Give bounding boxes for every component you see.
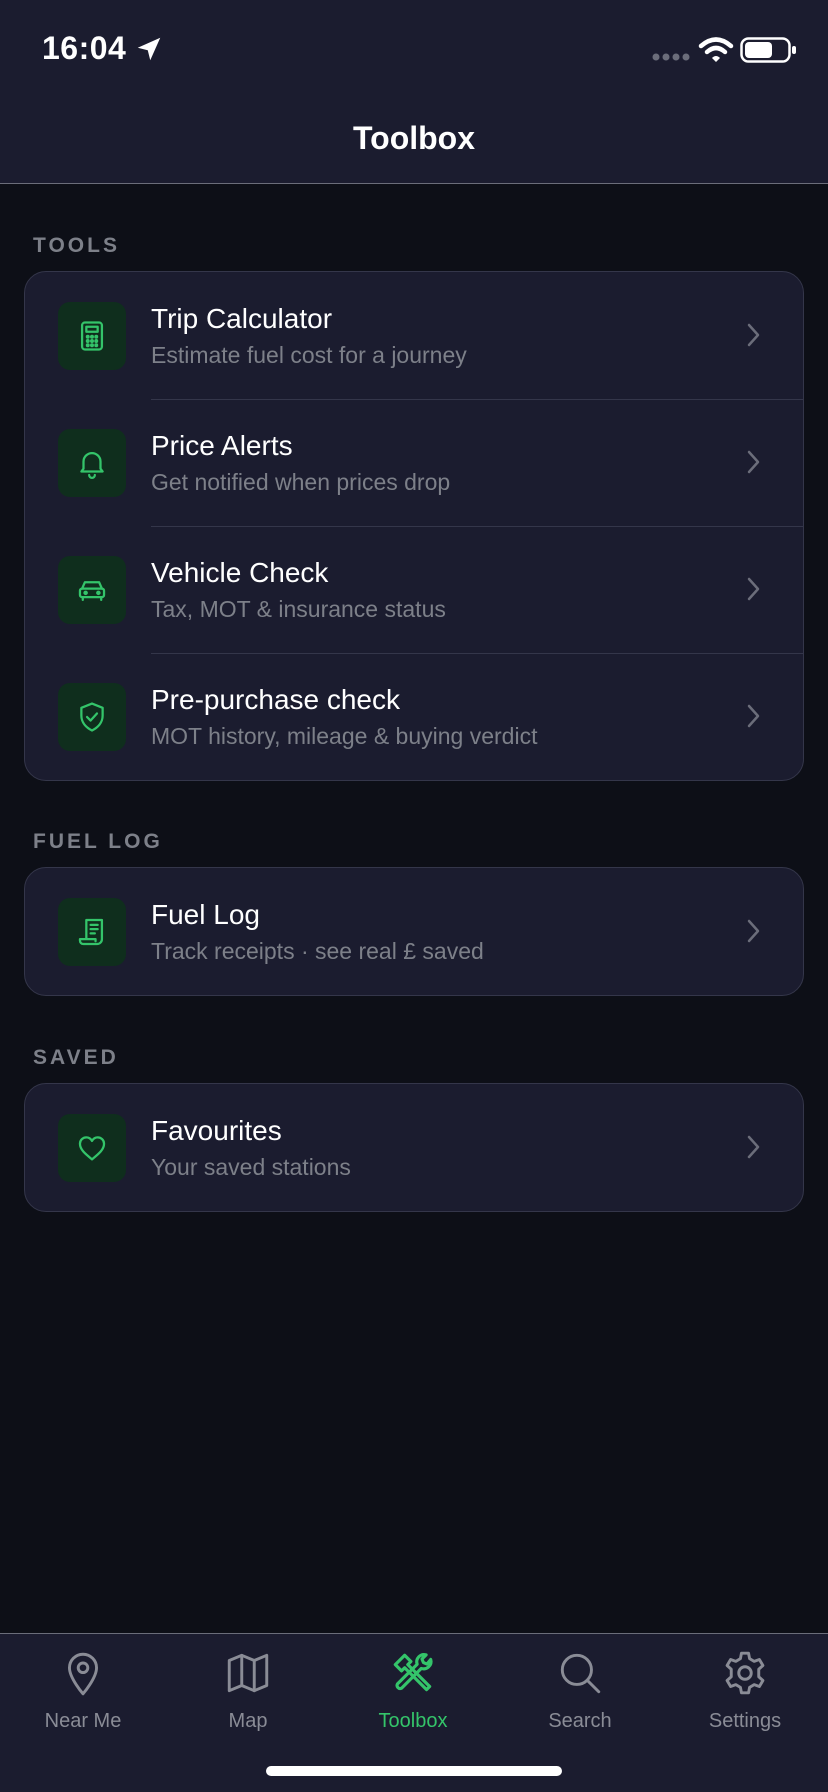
search-icon — [560, 1653, 601, 1694]
car-icon — [58, 556, 126, 624]
page-title: Toolbox — [352, 120, 476, 156]
shield-check-icon — [58, 683, 126, 751]
section-title-fuel-log: FUEL LOG — [33, 830, 163, 853]
trip-calculator-row[interactable]: Trip Calculator Estimate fuel cost for a… — [25, 272, 803, 399]
tab-toolbox[interactable]: Toolbox — [330, 1634, 496, 1744]
bell-icon — [58, 429, 126, 497]
row-subtitle: Get notified when prices drop — [151, 469, 451, 495]
row-subtitle: Tax, MOT & insurance status — [151, 596, 446, 622]
battery-icon — [740, 37, 796, 63]
status-bar: 16:04 — [0, 0, 828, 100]
chevron-right-icon — [747, 704, 760, 728]
signal-dots-icon — [652, 53, 690, 61]
row-subtitle: MOT history, mileage & buying verdict — [151, 723, 538, 749]
vehicle-check-row[interactable]: Vehicle Check Tax, MOT & insurance statu… — [25, 526, 803, 653]
home-indicator — [266, 1766, 562, 1776]
section-title-tools: TOOLS — [33, 234, 120, 257]
status-time: 16:04 — [42, 30, 127, 66]
map-pin-icon — [68, 1652, 98, 1696]
row-subtitle: Your saved stations — [151, 1154, 351, 1180]
pre-purchase-check-row[interactable]: Pre-purchase check MOT history, mileage … — [25, 653, 803, 780]
chevron-right-icon — [747, 323, 760, 347]
favourites-row[interactable]: Favourites Your saved stations — [25, 1084, 803, 1211]
tab-label: Near Me — [44, 1710, 122, 1732]
chevron-right-icon — [747, 1135, 760, 1159]
chevron-right-icon — [747, 450, 760, 474]
tab-map[interactable]: Map — [165, 1634, 331, 1744]
tab-label: Search — [548, 1710, 612, 1732]
row-title: Vehicle Check — [151, 557, 329, 588]
calculator-icon — [58, 302, 126, 370]
heart-icon — [58, 1114, 126, 1182]
tab-search[interactable]: Search — [497, 1634, 663, 1744]
row-title: Pre-purchase check — [151, 684, 401, 715]
chevron-right-icon — [747, 919, 760, 943]
tab-label: Map — [228, 1710, 268, 1732]
gear-icon — [725, 1651, 765, 1695]
chevron-right-icon — [747, 577, 760, 601]
wifi-icon — [698, 37, 734, 62]
row-title: Trip Calculator — [151, 303, 333, 334]
location-arrow-icon — [137, 37, 161, 61]
saved-card: Favourites Your saved stations — [24, 1083, 804, 1212]
row-title: Favourites — [151, 1115, 282, 1146]
map-icon — [227, 1653, 269, 1693]
tab-label: Settings — [708, 1710, 782, 1732]
tools-card: Trip Calculator Estimate fuel cost for a… — [24, 271, 804, 781]
price-alerts-row[interactable]: Price Alerts Get notified when prices dr… — [25, 399, 803, 526]
receipt-icon — [58, 898, 126, 966]
row-title: Fuel Log — [151, 899, 260, 930]
tools-icon — [393, 1653, 433, 1692]
tab-near-me[interactable]: Near Me — [0, 1634, 166, 1744]
fuel-log-card: Fuel Log Track receipts · see real £ sav… — [24, 867, 804, 996]
fuel-log-row[interactable]: Fuel Log Track receipts · see real £ sav… — [25, 868, 803, 995]
row-subtitle: Estimate fuel cost for a journey — [151, 342, 467, 368]
section-title-saved: SAVED — [33, 1046, 119, 1069]
row-subtitle: Track receipts · see real £ saved — [151, 938, 484, 964]
tab-settings[interactable]: Settings — [662, 1634, 828, 1744]
tab-label: Toolbox — [378, 1710, 448, 1732]
top-bar: 16:04 Toolbox — [0, 0, 828, 184]
row-title: Price Alerts — [151, 430, 293, 461]
